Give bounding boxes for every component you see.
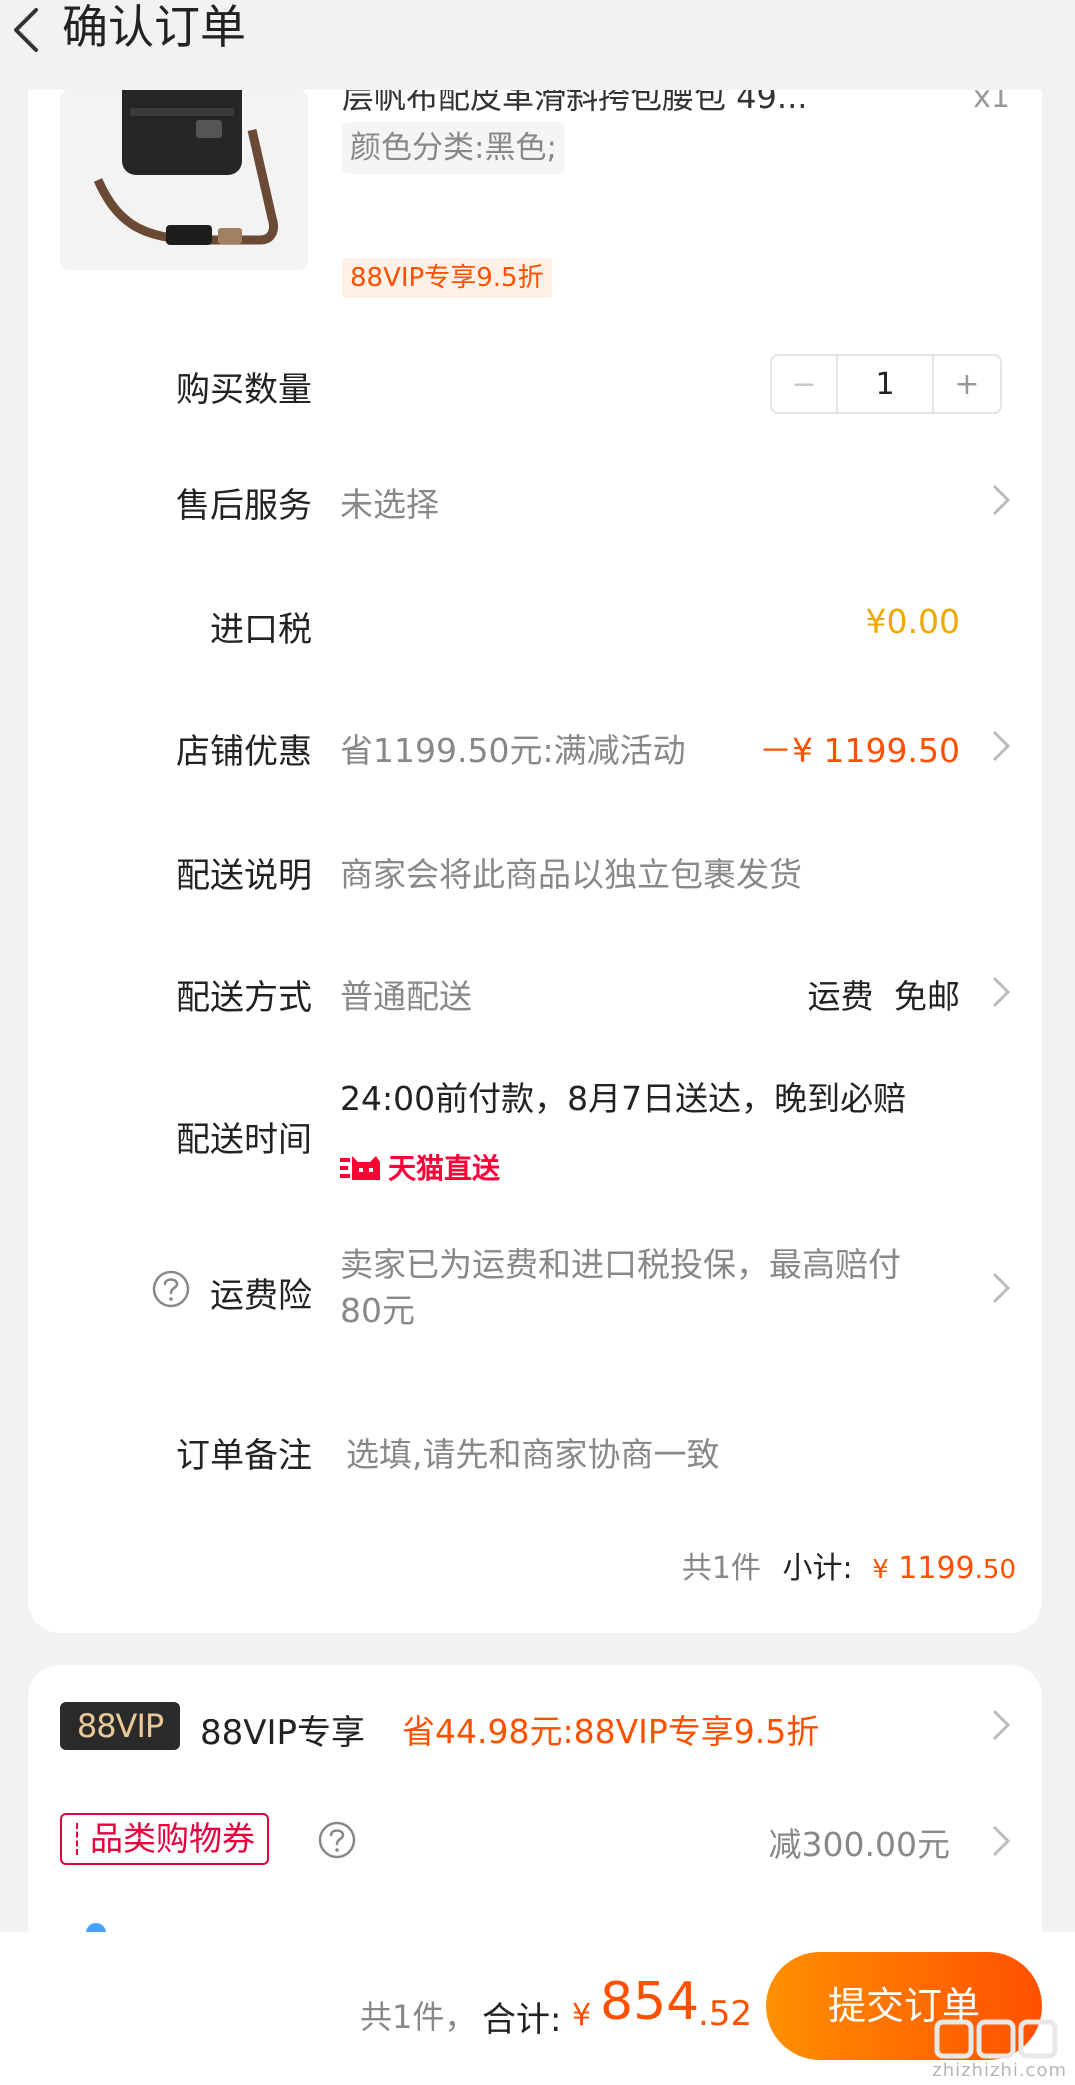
order-note-input[interactable]: 选填,请先和商家协商一致 [346, 1428, 720, 1476]
chevron-right-icon [992, 730, 1011, 762]
after-sale-value: 未选择 [340, 485, 439, 524]
help-icon[interactable] [318, 1821, 356, 1859]
chevron-right-icon[interactable] [990, 1707, 1012, 1743]
product-quantity-badge: x1 [973, 90, 1010, 115]
shipping-insurance-line1: 卖家已为运费和进口税投保，最高赔付 [340, 1245, 901, 1284]
vip-discount-tag: 88VIP专享9.5折 [342, 258, 552, 298]
delivery-time-row: 配送时间 24:00前付款，8月7日送达，晚到必赔 [28, 1070, 1042, 1190]
page-title: 确认订单 [62, 0, 246, 54]
shipping-insurance-label: 运费险 [210, 1276, 312, 1316]
import-tax-amount: ¥0.00 [865, 602, 960, 641]
shipping-fee: 运费 免邮 [808, 970, 961, 1018]
order-note-row: 订单备注 选填,请先和商家协商一致 [28, 1420, 1042, 1480]
delivery-method-row[interactable]: 配送方式 普通配送 运费 免邮 [28, 962, 1042, 1022]
shipping-fee-label: 运费 [807, 977, 874, 1016]
vip-logo: 88VIP [60, 1702, 180, 1750]
back-icon[interactable] [4, 4, 56, 56]
delivery-time-label: 配送时间 [176, 1120, 312, 1160]
chevron-right-icon [992, 976, 1011, 1008]
import-tax-row: 进口税 ¥0.00 [28, 594, 1042, 654]
shop-discount-amount: －¥ 1199.50 [759, 731, 960, 770]
vip-label: 88VIP专享 [200, 1713, 366, 1753]
coupon-amount[interactable]: 减300.00元 [769, 1818, 950, 1866]
delivery-note-label: 配送说明 [176, 856, 312, 896]
tmall-icon [340, 1156, 380, 1180]
subtotal-dec: .50 [974, 1555, 1016, 1585]
checkout-bar: 共1件， 合计: ¥ 854 .52 提交订单 zhizhizhi.com [0, 1932, 1075, 2085]
watermark-text: zhizhizhi.com [932, 2060, 1067, 2081]
delivery-note-row: 配送说明 商家会将此商品以独立包裹发货 [28, 840, 1042, 900]
delivery-time-value: 24:00前付款，8月7日送达，晚到必赔 [340, 1079, 907, 1118]
delivery-note-value: 商家会将此商品以独立包裹发货 [340, 855, 802, 894]
total-currency: ¥ [572, 1998, 592, 2033]
subtotal-int: 1199 [898, 1551, 975, 1586]
vip-saving[interactable]: 省44.98元:88VIP专享9.5折 [402, 1705, 819, 1753]
chevron-right-icon [992, 1272, 1011, 1304]
quantity-stepper: − 1 + [770, 354, 1002, 414]
total-amount-int: 854 [600, 1972, 700, 2032]
shipping-insurance-line2: 80元 [340, 1291, 415, 1330]
shipping-insurance-row[interactable]: 运费险 卖家已为运费和进口税投保，最高赔付 80元 [28, 1238, 1042, 1338]
import-tax-label: 进口税 [210, 610, 312, 650]
shop-discount-value: 省1199.50元:满减活动 [340, 731, 686, 770]
bag-image [60, 90, 308, 270]
subtotal-count: 共1件 [681, 1551, 761, 1586]
tmall-direct-text: 天猫直送 [388, 1152, 501, 1185]
chevron-right-icon [992, 484, 1011, 516]
header: 确认订单 [0, 0, 1075, 90]
shop-discount-row[interactable]: 店铺优惠 省1199.50元:满减活动 －¥ 1199.50 [28, 716, 1042, 776]
quantity-value[interactable]: 1 [838, 356, 934, 412]
order-card: 层帆布配皮革滑斜挎包腰包 49... x1 颜色分类:黑色; 88VIP专享9.… [28, 90, 1042, 1633]
subtotal-currency: ¥ [872, 1555, 889, 1585]
sku-tag[interactable]: 颜色分类:黑色; [342, 122, 565, 174]
after-sale-label: 售后服务 [176, 486, 312, 526]
order-note-label: 订单备注 [176, 1436, 312, 1476]
quantity-minus-button[interactable]: − [772, 356, 838, 412]
total-label: 合计: [482, 2000, 562, 2040]
after-sale-row[interactable]: 售后服务 未选择 [28, 470, 1042, 530]
subtotal-label: 小计: [782, 1551, 853, 1586]
chevron-right-icon[interactable] [990, 1823, 1012, 1859]
quantity-plus-button[interactable]: + [934, 356, 1000, 412]
help-icon[interactable] [152, 1270, 190, 1308]
product-image[interactable] [60, 90, 308, 270]
subtotal: 共1件 小计: ¥ 1199.50 [682, 1543, 1016, 1587]
total-amount-dec: .52 [698, 1994, 753, 2034]
category-coupon-tag: 品类购物券 [60, 1813, 269, 1865]
tmall-direct-badge: 天猫直送 [340, 1148, 500, 1186]
shop-discount-label: 店铺优惠 [176, 732, 312, 772]
product-name[interactable]: 层帆布配皮革滑斜挎包腰包 49... [342, 90, 902, 118]
delivery-method-value: 普通配送 [340, 977, 472, 1016]
delivery-method-label: 配送方式 [176, 978, 312, 1018]
total-count: 共1件， [360, 1998, 477, 2036]
shipping-fee-value: 免邮 [894, 977, 960, 1016]
quantity-label: 购买数量 [176, 370, 312, 410]
